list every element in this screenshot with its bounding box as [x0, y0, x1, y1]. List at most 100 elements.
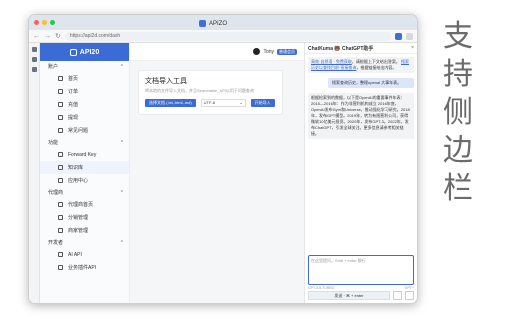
group-label: 功能 [48, 140, 59, 146]
bookmark-icon[interactable] [31, 47, 37, 52]
chat-footer: 发送 · ⌘ + enter [308, 291, 414, 300]
sidebar-item-merchant[interactable]: 商家管理 [40, 224, 129, 237]
site-favicon-icon [199, 20, 206, 27]
brand-logo[interactable]: API20 [40, 43, 129, 61]
chevron-up-icon: ⌃ [119, 239, 124, 246]
home-icon [58, 202, 63, 207]
caption-char: 侧 [443, 95, 473, 130]
sidebar-item-label: 代理商首页 [68, 202, 94, 208]
sidebar-item-orders[interactable]: 订单 [40, 85, 129, 98]
group-label: 账户 [48, 64, 59, 70]
forward-icon[interactable]: → [44, 33, 51, 40]
order-icon [58, 89, 63, 94]
close-icon[interactable]: × [411, 45, 414, 51]
screenshot-stage: 支 持 侧 边 栏 APIZO ← → ↻ https://api2d.com/… [0, 0, 512, 320]
sidebar-item-label: 知识库 [68, 165, 84, 171]
card-actions: 选择文档 (.txt,.html,.md) UTF-8 ⌄ 开始导入 [145, 99, 276, 107]
home-icon [58, 76, 63, 81]
caption-char: 栏 [443, 171, 473, 206]
sidebar-item-home[interactable]: 首页 [40, 72, 129, 85]
sidebar-item-agent-home[interactable]: 代理商首页 [40, 198, 129, 211]
add-icon[interactable] [31, 67, 37, 72]
chat-input[interactable]: 在这里提问。Shift + enter 换行 [308, 255, 414, 285]
brand-name: API20 [79, 48, 100, 56]
logo-icon [69, 48, 77, 56]
sidebar-item-label: 提现 [68, 115, 79, 121]
sidebar-item-label: 常见问题 [68, 128, 89, 134]
sidebar-item-label: AI API [68, 251, 82, 258]
browser-window: APIZO ← → ↻ https://api2d.com/dash API20 [28, 14, 418, 304]
sidebar-item-label: Forward Key [68, 151, 97, 158]
url-field[interactable]: https://api2d.com/dash [64, 31, 391, 41]
sidebar-item-faq[interactable]: 常见问题 [40, 124, 129, 137]
browser-tab[interactable]: APIZO [199, 18, 227, 29]
send-button[interactable]: 发送 · ⌘ + enter [308, 291, 390, 300]
card-title: 文档导入工具 [145, 78, 187, 85]
model-label[interactable]: GPT-3.5-TURBO [308, 286, 334, 290]
browser-side-strip [29, 43, 40, 303]
import-button[interactable]: 开始导入 [250, 99, 275, 107]
sidebar-group-agent[interactable]: 代理商 ⌃ [40, 187, 129, 198]
message-link[interactable]: 高效·自然语 · 免费获取 [311, 59, 352, 64]
history-icon[interactable] [405, 291, 414, 300]
encoding-value: UTF-8 [203, 100, 216, 105]
chat-title: ChatKuma 🐻 ChatGPT助手 [308, 45, 374, 52]
history-icon[interactable] [31, 57, 37, 62]
side-caption: 支 持 侧 边 栏 [438, 18, 478, 208]
sidebar-item-label: 充值 [68, 102, 79, 108]
chat-sidebar: ChatKuma 🐻 ChatGPT助手 × 高效·自然语 · 免费获取，请根据… [304, 43, 417, 303]
sidebar-item-label: 首页 [68, 76, 79, 82]
plugin-icon [58, 265, 63, 270]
chat-header: ChatKuma 🐻 ChatGPT助手 × [305, 43, 417, 54]
back-icon[interactable]: ← [33, 33, 40, 40]
sidebar-item-knowledge-base[interactable]: 知识库 [40, 161, 129, 174]
sidebar-item-app-center[interactable]: 应用中心 [40, 174, 129, 187]
encoding-select[interactable]: UTF-8 ⌄ [200, 99, 246, 107]
book-icon [58, 165, 63, 170]
message-text: ，请根据上下文给出答案。 [351, 59, 400, 64]
import-tool-card: 文档导入工具 将本地的文件导入文档，并且Searchable_API以用于问题查… [138, 70, 283, 115]
caption-char: 支 [443, 19, 473, 54]
caption-char: 持 [443, 57, 473, 92]
sidebar-item-plugin-api[interactable]: 业务插件API [40, 261, 129, 274]
wallet-icon [58, 102, 63, 107]
question-icon [58, 128, 63, 133]
profile-icon[interactable] [406, 32, 413, 40]
sidebar-item-forward-key[interactable]: Forward Key [40, 148, 129, 161]
withdraw-icon [58, 115, 63, 120]
chevron-up-icon: ⌃ [119, 63, 124, 70]
sidebar-item-recharge[interactable]: 充值 [40, 98, 129, 111]
sidebar-item-withdraw[interactable]: 提现 [40, 111, 129, 124]
chevron-up-icon: ⌃ [119, 139, 124, 146]
assistant-message: 根据检索到的数据，以下是OpenAI的重要事件年表：2015—2016年：作为非… [308, 93, 414, 139]
plan-label: GPT+ [404, 286, 414, 290]
choose-file-button[interactable]: 选择文档 (.txt,.html,.md) [145, 99, 196, 107]
sidebar-group-developer[interactable]: 开发者 ⌃ [40, 237, 129, 248]
group-label: 开发者 [48, 240, 64, 246]
close-window-button[interactable] [34, 20, 39, 25]
sidebar-group-account[interactable]: 账户 ⌃ [40, 61, 129, 72]
tab-title: APIZO [209, 20, 228, 27]
chat-meta: GPT-3.5-TURBO GPT+ [308, 286, 414, 290]
maximize-window-button[interactable] [50, 20, 55, 25]
chevron-up-icon: ⌃ [119, 189, 124, 196]
sidebar-item-label: 分销管理 [68, 215, 89, 221]
sidebar-item-distribution[interactable]: 分销管理 [40, 211, 129, 224]
top-bar: Tony 普通会员 [130, 43, 304, 61]
key-icon [58, 152, 63, 157]
sidebar-item-label: 应用中心 [68, 178, 89, 184]
sidebar-item-ai-api[interactable]: AI API [40, 248, 129, 261]
extension-icon[interactable] [395, 32, 402, 40]
minimize-window-button[interactable] [42, 20, 47, 25]
settings-icon[interactable] [393, 291, 402, 300]
group-label: 代理商 [48, 190, 64, 196]
reload-icon[interactable]: ↻ [55, 32, 61, 40]
sidebar-group-features[interactable]: 功能 ⌃ [40, 137, 129, 148]
avatar[interactable] [253, 48, 261, 55]
user-name: Tony [263, 48, 274, 55]
sidebar-item-label: 订单 [68, 89, 79, 95]
caption-char: 边 [443, 133, 473, 168]
title-bar: APIZO [29, 15, 417, 30]
user-message: 搜索查询历史，整理openai 大事年表。 [328, 78, 414, 88]
window-controls [34, 20, 55, 25]
